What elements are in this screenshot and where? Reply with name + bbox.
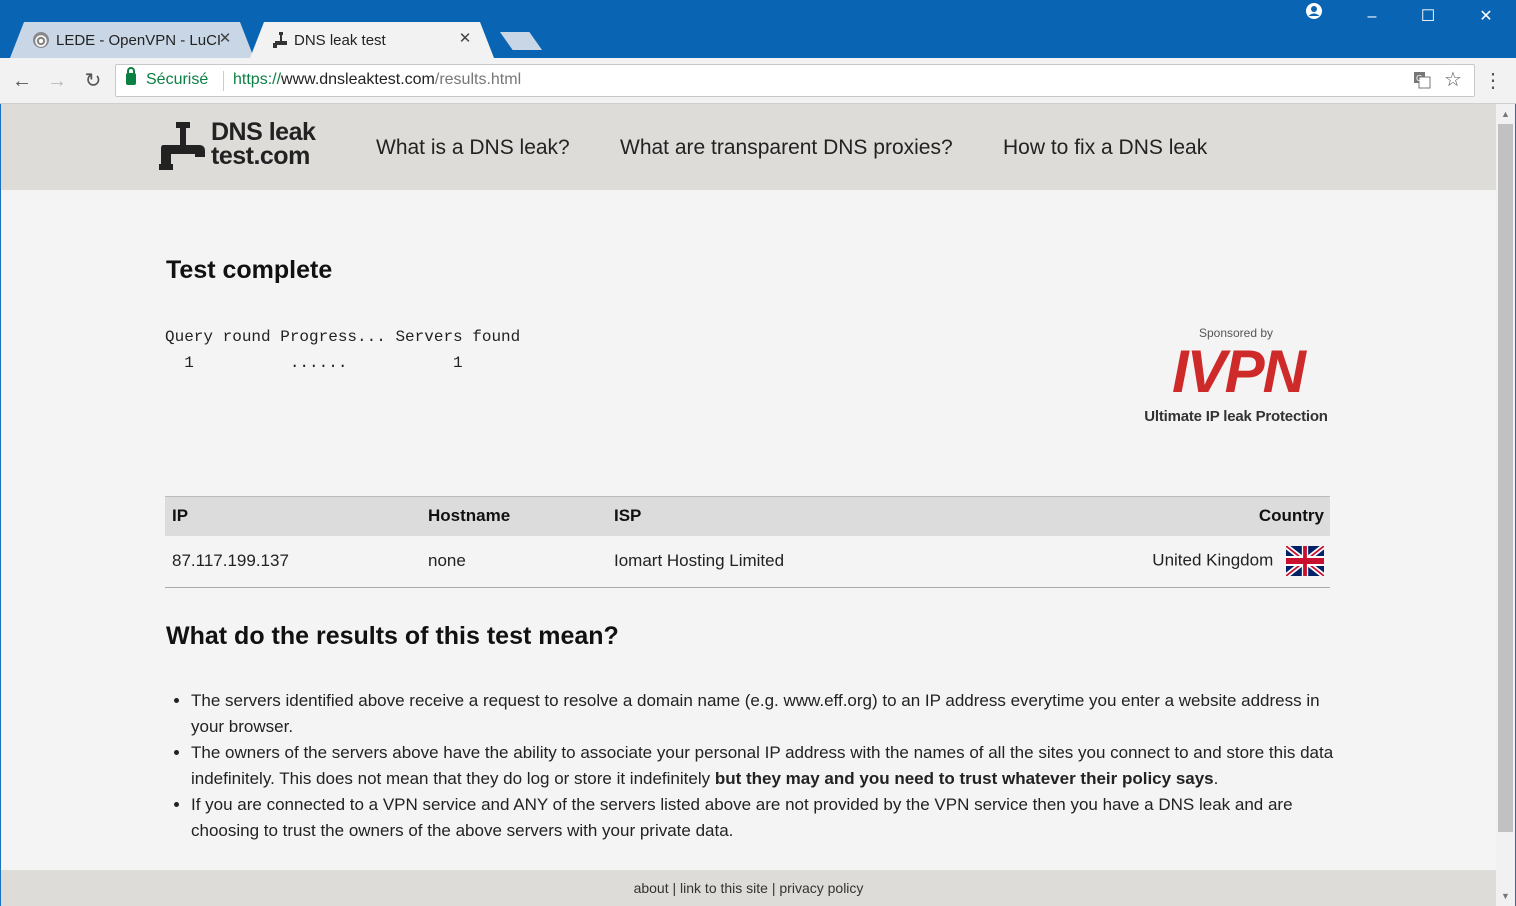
col-hostname: Hostname: [428, 506, 511, 526]
site-header: DNS leak test.com What is a DNS leak? Wh…: [1, 104, 1496, 190]
list-item-text: The servers identified above receive a r…: [191, 691, 1320, 736]
maximize-button[interactable]: ☐: [1400, 0, 1456, 34]
back-icon[interactable]: ←: [7, 66, 37, 96]
scroll-up-icon[interactable]: ▲: [1496, 106, 1515, 122]
sponsor-banner[interactable]: Sponsored by IVPN Ultimate IP leak Prote…: [1139, 326, 1333, 430]
results-table: IP Hostname ISP Country 87.117.199.137 n…: [165, 496, 1330, 588]
omnibox-divider: [223, 71, 224, 91]
results-meaning-list: The servers identified above receive a r…: [191, 688, 1341, 844]
lock-icon: [126, 67, 136, 85]
table-header-row: IP Hostname ISP Country: [165, 496, 1330, 536]
logo-text: DNS leak test.com: [211, 118, 316, 170]
sponsor-tagline: Ultimate IP leak Protection: [1144, 408, 1328, 425]
nav-what-is-dns-leak[interactable]: What is a DNS leak?: [376, 136, 570, 160]
tab-title: LEDE - OpenVPN - LuCI: [56, 32, 222, 49]
table-row: 87.117.199.137 none Iomart Hosting Limit…: [165, 536, 1330, 588]
list-item-emphasis: but they may and you need to trust whate…: [714, 769, 1214, 788]
logo-line-2: test.com: [211, 142, 310, 170]
nav-how-to-fix[interactable]: How to fix a DNS leak: [1003, 136, 1207, 160]
tab-lede-openvpn[interactable]: LEDE - OpenVPN - LuCI ✕: [10, 22, 254, 58]
bookmark-star-icon[interactable]: ☆: [1442, 68, 1464, 92]
tab-dns-leak-test[interactable]: DNS leak test ✕: [250, 22, 494, 58]
footer-about-link[interactable]: about: [634, 880, 669, 896]
scrollbar-thumb[interactable]: [1498, 124, 1513, 832]
list-item: The servers identified above receive a r…: [191, 688, 1341, 740]
list-item-tail: .: [1213, 769, 1219, 788]
translate-icon[interactable]: G: [1412, 71, 1432, 91]
url-text[interactable]: https://www.dnsleaktest.com/results.html: [233, 71, 521, 89]
cell-country: United Kingdom: [1007, 536, 1330, 588]
faucet-icon: [159, 122, 205, 170]
sponsor-brand: IVPN: [1171, 338, 1306, 405]
svg-text:G: G: [1416, 74, 1422, 83]
results-meaning-title: What do the results of this test mean?: [166, 622, 619, 650]
tab-close-icon[interactable]: ✕: [456, 30, 474, 48]
browser-window: LEDE - OpenVPN - LuCI ✕ DNS leak test ✕ …: [0, 0, 1516, 906]
footer-separator: |: [668, 880, 681, 896]
list-item: If you are connected to a VPN service an…: [191, 792, 1341, 844]
browser-toolbar: ← → ↻ Sécurisé https://www.dnsleaktest.c…: [0, 58, 1516, 104]
page-title: Test complete: [166, 256, 333, 284]
col-country: Country: [1258, 506, 1324, 526]
forward-icon[interactable]: →: [42, 66, 72, 96]
col-isp: ISP: [614, 506, 642, 526]
site-footer: about | link to this site | privacy poli…: [1, 870, 1496, 906]
profile-icon[interactable]: [1286, 0, 1342, 34]
url-host: www.dnsleaktest.com: [281, 71, 435, 88]
country-name: United Kingdom: [1152, 550, 1274, 570]
cell-hostname: none: [428, 551, 466, 571]
signal-icon: [32, 31, 50, 49]
minimize-button[interactable]: –: [1344, 0, 1400, 34]
list-item: The owners of the servers above have the…: [191, 740, 1341, 792]
tab-strip: LEDE - OpenVPN - LuCI ✕ DNS leak test ✕ …: [0, 0, 1516, 58]
secure-indicator[interactable]: Sécurisé: [126, 67, 209, 89]
url-path: /results.html: [434, 71, 522, 88]
cell-isp: Iomart Hosting Limited: [614, 551, 785, 571]
footer-separator: |: [767, 880, 780, 896]
nav-transparent-dns-proxies[interactable]: What are transparent DNS proxies?: [620, 136, 953, 160]
progress-header: Query round Progress... Servers found: [165, 328, 521, 346]
footer-privacy-link[interactable]: privacy policy: [779, 880, 863, 896]
new-tab-button[interactable]: [500, 32, 542, 50]
cell-ip: 87.117.199.137: [172, 551, 289, 571]
scroll-down-icon[interactable]: ▼: [1496, 888, 1515, 904]
col-ip: IP: [172, 506, 189, 526]
vertical-scrollbar[interactable]: ▲ ▼: [1496, 104, 1515, 906]
query-progress: Query round Progress... Servers found 1 …: [165, 324, 520, 376]
faucet-icon: [272, 31, 290, 49]
footer-link-to-site[interactable]: link to this site: [680, 880, 768, 896]
list-item-text: If you are connected to a VPN service an…: [191, 795, 1293, 840]
browser-menu-icon[interactable]: ⋮: [1483, 66, 1503, 96]
tab-title: DNS leak test: [294, 32, 386, 49]
logo-line-1: DNS leak: [211, 118, 316, 146]
tab-close-icon[interactable]: ✕: [216, 30, 234, 48]
address-bar[interactable]: Sécurisé https://www.dnsleaktest.com/res…: [115, 64, 1475, 97]
url-scheme: https://: [233, 71, 282, 88]
close-window-button[interactable]: ✕: [1458, 0, 1514, 34]
site-logo[interactable]: DNS leak test.com: [159, 120, 329, 172]
secure-label: Sécurisé: [146, 71, 209, 88]
reload-icon[interactable]: ↻: [78, 66, 108, 96]
progress-row: 1 ...... 1: [165, 354, 463, 372]
page-viewport: DNS leak test.com What is a DNS leak? Wh…: [1, 104, 1496, 906]
uk-flag-icon: [1285, 543, 1325, 579]
